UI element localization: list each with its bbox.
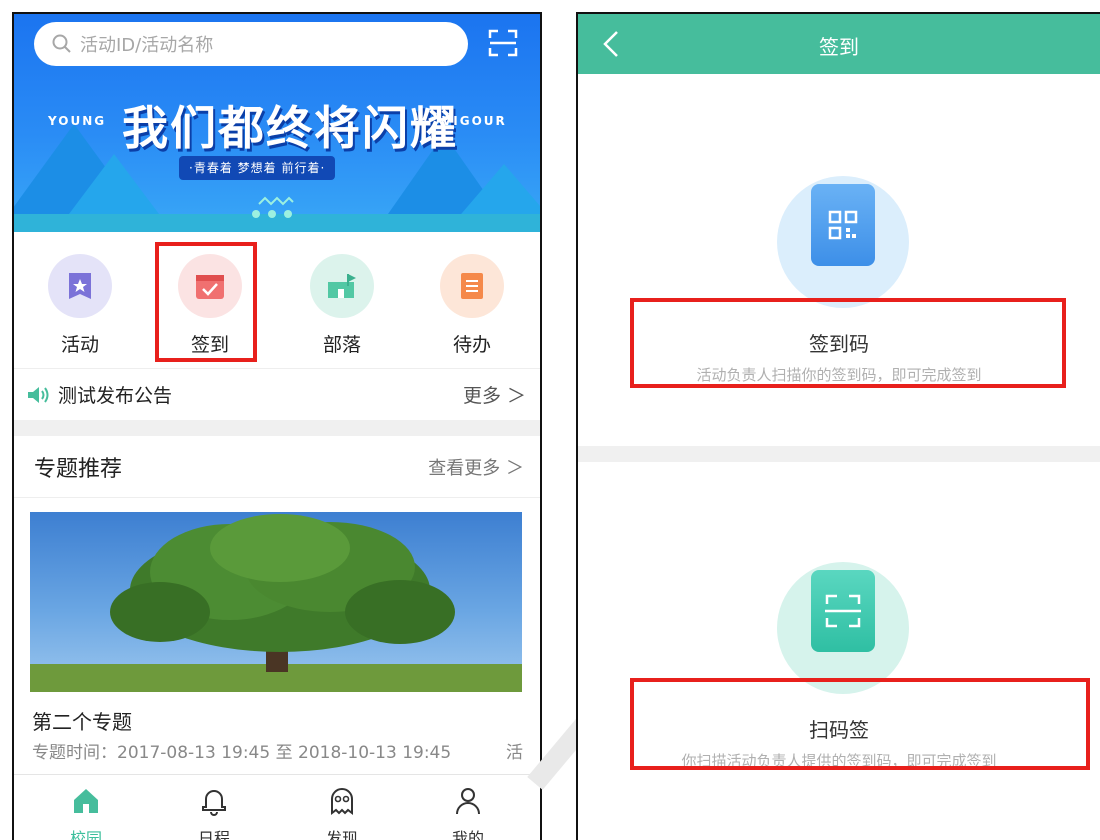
tribe-flag-icon (310, 254, 374, 318)
quick-actions: 活动 签到 部落 待办 (14, 234, 540, 364)
tab-campus[interactable]: 校园 (46, 785, 126, 840)
banner-side-right: VIGOUR (442, 114, 507, 128)
view-more-link[interactable]: 查看更多 ＞ (428, 454, 524, 480)
search-icon (52, 34, 71, 53)
tab-schedule[interactable]: 日程 (174, 785, 254, 840)
wave-icon (258, 196, 294, 206)
tab-label: 校园 (69, 829, 102, 840)
topic-tag: 活 (506, 743, 523, 763)
nav-header: 签到 (578, 14, 1100, 74)
quick-item-tribe[interactable]: 部落 (292, 254, 392, 357)
quick-item-label: 部落 (322, 334, 361, 356)
search-input[interactable]: 活动ID/活动名称 (34, 22, 468, 66)
highlight-box-scan-code (630, 678, 1090, 770)
tab-mine[interactable]: 我的 (428, 785, 508, 840)
divider (14, 420, 540, 436)
quick-item-todo[interactable]: 待办 (422, 254, 522, 357)
topic-time: 专题时间：2017-08-13 19:45 至 2018-10-13 19:45 (32, 743, 452, 763)
topic-section-header: 专题推荐 查看更多 ＞ (14, 436, 540, 498)
campus-home-screen: 活动ID/活动名称 YOUNG 我们都终将闪耀 VIGOUR ·青春着 梦想着 … (12, 12, 542, 840)
user-icon (456, 788, 480, 815)
speaker-icon (28, 386, 49, 403)
divider (578, 446, 1100, 462)
announcement-more-link[interactable]: 更多 ＞ (463, 381, 526, 408)
topic-title[interactable]: 第二个专题 (32, 706, 132, 735)
banner[interactable]: 活动ID/活动名称 YOUNG 我们都终将闪耀 VIGOUR ·青春着 梦想着 … (14, 14, 540, 232)
tab-discover[interactable]: 发现 (302, 785, 382, 840)
section-title: 专题推荐 (34, 456, 123, 482)
page-title: 签到 (819, 35, 859, 59)
banner-pager[interactable] (252, 210, 292, 218)
ghost-icon (331, 788, 353, 815)
todo-list-icon (440, 254, 504, 318)
scan-icon[interactable] (488, 28, 518, 58)
announcement-bar[interactable]: 测试发布公告 更多 ＞ (14, 368, 540, 420)
search-placeholder: 活动ID/活动名称 (80, 35, 214, 56)
home-icon (74, 789, 98, 813)
highlight-box-checkin-code (630, 298, 1066, 388)
announcement-text: 测试发布公告 (58, 385, 173, 407)
tab-label: 发现 (325, 829, 358, 840)
banner-side-left: YOUNG (48, 114, 107, 128)
banner-title: 我们都终将闪耀 (122, 101, 458, 155)
quick-item-label: 待办 (452, 334, 491, 356)
banner-subtitle: ·青春着 梦想着 前行着· (179, 156, 336, 180)
quick-item-label: 活动 (60, 334, 99, 356)
ticket-icon (48, 254, 112, 318)
topic-cover-image[interactable] (30, 512, 522, 692)
bottom-tab-bar: 校园 日程 发现 我的 (14, 774, 540, 840)
scan-icon (811, 570, 875, 652)
bell-icon (202, 790, 226, 816)
qr-code-icon (811, 184, 875, 266)
tab-label: 我的 (451, 829, 484, 840)
highlight-box-checkin (155, 242, 257, 362)
tab-label: 日程 (197, 829, 230, 840)
quick-item-activity[interactable]: 活动 (30, 254, 130, 357)
